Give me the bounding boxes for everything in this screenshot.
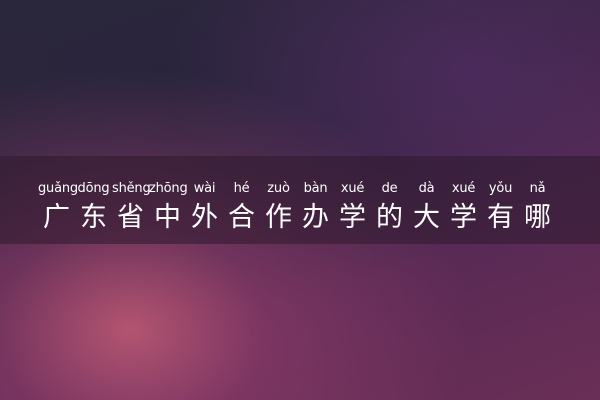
title-character: 办 <box>302 202 329 233</box>
pinyin-syllable: wài <box>193 181 216 196</box>
pinyin-syllable: hé <box>233 181 250 196</box>
title-character: 中 <box>154 202 181 233</box>
pinyin-syllable: zhōng <box>149 181 188 196</box>
pinyin-syllable: de <box>381 181 398 196</box>
pinyin-row: guǎng dōng shěng zhōng wài hé zuò bàn xu… <box>38 180 600 198</box>
pinyin-syllable: dōng <box>77 181 110 196</box>
title-character: 大 <box>413 202 440 233</box>
background-image: guǎng dōng shěng zhōng wài hé zuò bàn xu… <box>0 0 600 400</box>
title-character: 学 <box>339 202 366 233</box>
pinyin-syllable: yǒu <box>488 181 513 196</box>
title-character: 哪 <box>524 202 551 233</box>
title-text: 广 东 省 中 外 合 作 办 学 的 大 学 有 哪 <box>38 200 600 236</box>
title-character: 合 <box>228 202 255 233</box>
pinyin-syllable: xué <box>340 181 365 196</box>
title-character: 省 <box>117 202 144 233</box>
title-character: 学 <box>450 202 477 233</box>
pinyin-syllable: bàn <box>303 181 328 196</box>
title-character: 广 <box>43 202 70 233</box>
pinyin-syllable: xué <box>451 181 476 196</box>
pinyin-syllable: shěng <box>112 181 151 196</box>
pinyin-syllable: nǎ <box>529 181 546 196</box>
title-character: 外 <box>191 202 218 233</box>
title-character: 作 <box>265 202 292 233</box>
pinyin-syllable: zuò <box>267 181 290 196</box>
title-character: 东 <box>80 202 107 233</box>
title-character: 的 <box>376 202 403 233</box>
pinyin-syllable: dà <box>418 181 435 196</box>
title-character: 有 <box>487 202 514 233</box>
pinyin-syllable: guǎng <box>38 181 78 196</box>
